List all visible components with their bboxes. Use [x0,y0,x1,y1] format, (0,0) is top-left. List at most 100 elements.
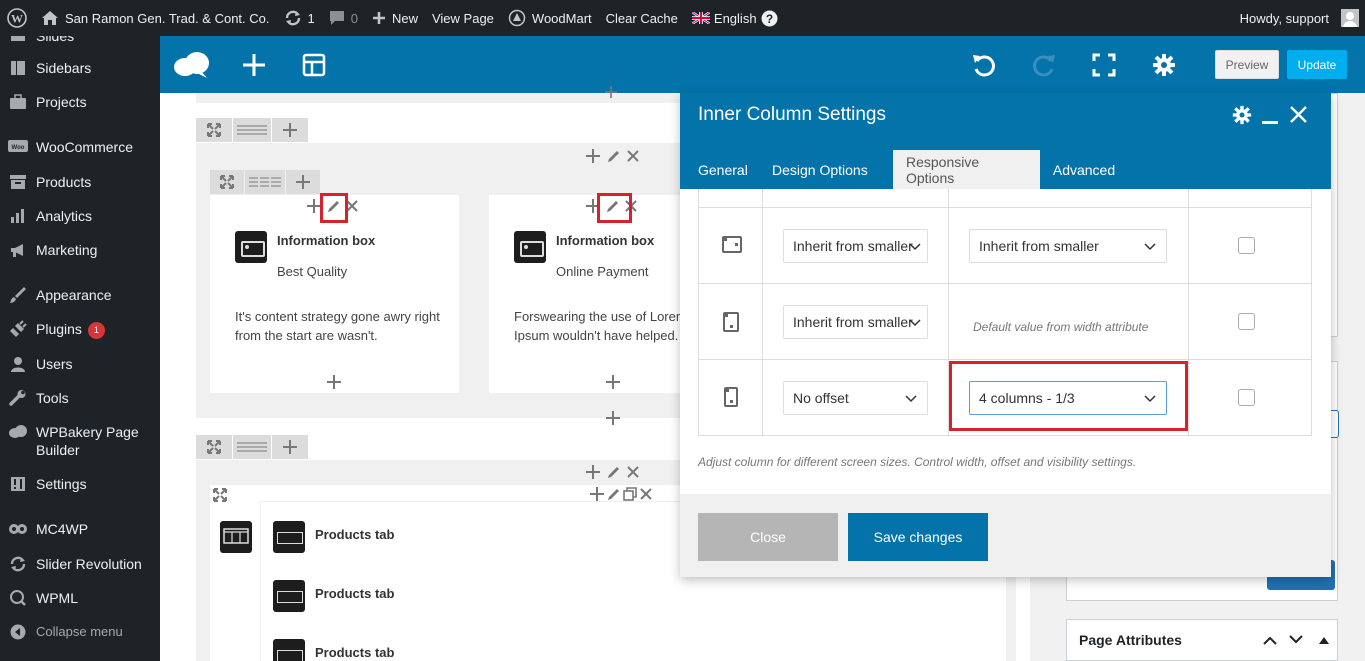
hide-on-mobile-checkbox[interactable] [1238,389,1255,406]
sidebar-item-slides[interactable]: Slides [0,36,160,45]
sidebar-item-woocommerce[interactable]: Woo WooCommerce [0,138,160,156]
sidebar-item-wpbakery[interactable]: WPBakery Page Builder [0,423,160,459]
clear-cache-link[interactable]: Clear Cache [599,0,685,36]
pencil-icon[interactable] [607,488,620,501]
comments-link[interactable]: 0 [322,0,365,36]
pencil-icon[interactable] [607,150,620,163]
site-name: San Ramon Gen. Trad. & Cont. Co. [65,10,270,26]
row-move-handle[interactable] [196,118,232,142]
offset-select-portrait-tablet[interactable]: Inherit from smaller [783,305,928,339]
toggle-panel-icon[interactable] [1319,636,1329,644]
close-icon[interactable] [627,466,639,478]
chevron-down-icon[interactable] [1289,635,1303,645]
tab-responsive-options[interactable]: Responsive Options [893,150,1040,189]
updates-link[interactable]: 1 [277,0,322,36]
language-switcher[interactable]: English ? [685,0,785,36]
sidebar-item-tools[interactable]: Tools [0,389,160,407]
products-tab-label: Products tab [315,527,395,542]
tab-advanced[interactable]: Advanced [1041,150,1127,189]
gear-icon[interactable] [1232,105,1252,125]
redo-button[interactable] [1024,36,1064,93]
product-tab-element[interactable]: Products tab [273,639,394,661]
sidebar-item-mc4wp[interactable]: MC4WP [0,520,160,538]
sidebar-item-analytics[interactable]: Analytics [0,207,160,225]
undo-icon [973,54,995,76]
inner-row-move-handle[interactable] [210,170,244,194]
add-to-row-button[interactable] [604,85,618,99]
preview-button[interactable]: Preview [1215,50,1279,79]
pencil-icon[interactable] [607,466,620,479]
add-element-to-row-button[interactable] [606,411,620,425]
chevron-down-icon [905,395,917,403]
plus-icon[interactable] [590,487,604,501]
sidebar-item-products[interactable]: Products [0,173,160,191]
wpbakery-logo-button[interactable] [170,36,214,93]
sidebar-item-projects[interactable]: Projects [0,93,160,111]
row-2-move-handle[interactable] [196,435,232,459]
save-changes-button[interactable]: Save changes [848,513,988,561]
close-icon[interactable] [1290,106,1307,123]
sidebar-item-marketing[interactable]: Marketing [0,241,160,259]
plus-icon[interactable] [586,149,600,163]
gear-icon [1153,53,1175,76]
info-box-title: Information box [556,233,655,248]
wpbakery-cloud-icon [174,51,209,78]
sidebar-item-slider-revolution[interactable]: Slider Revolution [0,555,160,573]
howdy-label: Howdy, support [1239,10,1329,26]
row-2-layout-button[interactable] [233,435,271,459]
minimize-icon[interactable] [1262,121,1278,125]
hide-on-landscape-tablet-checkbox[interactable] [1238,237,1255,254]
woodmart-link[interactable]: WoodMart [501,0,599,36]
close-icon[interactable] [640,488,652,500]
row-add-column-button[interactable] [272,118,308,142]
add-element-to-column-button[interactable] [327,375,341,389]
tabs-move-handle[interactable] [213,488,227,502]
product-tab-element[interactable]: Products tab [273,580,394,612]
undo-button[interactable] [964,36,1004,93]
highlight-mobile-width [949,361,1188,431]
templates-button[interactable] [294,36,334,93]
fullscreen-button[interactable] [1084,36,1124,93]
clone-icon[interactable] [623,487,637,501]
tab-general[interactable]: General [698,150,748,189]
row-layout-icon [237,442,267,452]
collapse-menu-button[interactable]: Collapse menu [0,623,160,641]
admin-bar: W San Ramon Gen. Trad. & Cont. Co. 1 0 N… [0,0,1365,36]
close-icon[interactable] [627,150,639,162]
row-2-add-column-button[interactable] [272,435,308,459]
sidebar-item-sidebars[interactable]: Sidebars [0,59,160,77]
sliders-icon [8,475,28,493]
site-name-link[interactable]: San Ramon Gen. Trad. & Cont. Co. [34,0,277,36]
info-box-text: It's content strategy gone awry right fr… [235,309,440,343]
wordpress-logo-button[interactable]: W [0,0,34,36]
sidebar-item-settings[interactable]: Settings [0,475,160,493]
sidebar-item-plugins[interactable]: Plugins 1 [0,320,160,339]
page-settings-button[interactable] [1144,36,1184,93]
inner-row-add-button[interactable] [286,170,320,194]
new-content-link[interactable]: New [365,0,425,36]
my-account-link[interactable]: Howdy, support [1233,0,1365,36]
offset-select-landscape-tablet[interactable]: Inherit from smaller [783,229,928,263]
inner-column-2[interactable]: Information box Online Payment Forsweari… [489,195,689,393]
sidebar-item-appearance[interactable]: Appearance [0,286,160,304]
chevron-up-icon[interactable] [1263,635,1277,645]
hide-on-portrait-tablet-checkbox[interactable] [1238,313,1255,330]
inner-row-layout-button[interactable] [245,170,285,194]
add-element-button[interactable] [234,36,274,93]
add-element-to-column-button[interactable] [606,375,620,389]
plus-icon[interactable] [307,199,321,213]
plus-icon[interactable] [586,465,600,479]
close-button[interactable]: Close [698,513,838,561]
offset-select-mobile[interactable]: No offset [783,381,928,415]
info-box-subtitle: Best Quality [277,264,348,279]
view-page-link[interactable]: View Page [425,0,501,36]
sidebar-item-wpml[interactable]: WPML [0,589,160,607]
product-tab-element[interactable]: Products tab [273,521,394,553]
update-button[interactable]: Update [1287,50,1347,79]
row-layout-button[interactable] [233,118,271,142]
tab-design-options[interactable]: Design Options [772,150,868,189]
comments-count: 0 [350,10,358,26]
width-select-landscape-tablet[interactable]: Inherit from smaller [969,229,1167,263]
sidebar-item-users[interactable]: Users [0,355,160,373]
inner-column-1[interactable]: Information box Best Quality It's conten… [210,195,459,393]
